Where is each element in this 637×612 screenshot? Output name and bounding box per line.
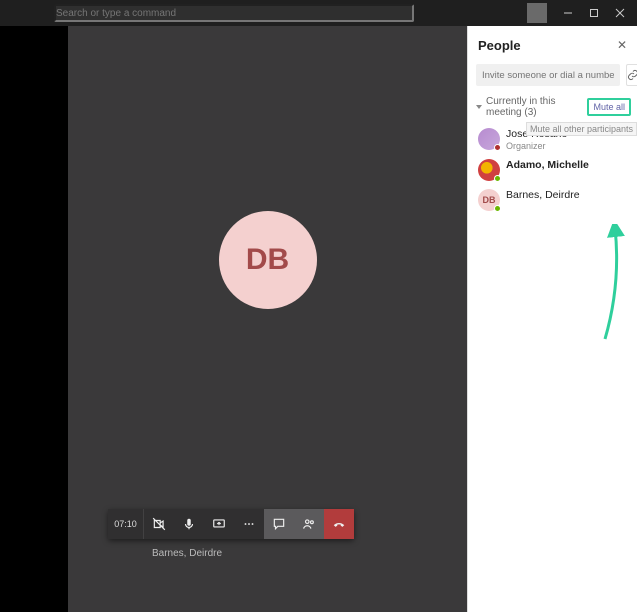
invite-input[interactable] bbox=[476, 64, 620, 86]
current-user-avatar[interactable] bbox=[527, 3, 547, 23]
chat-icon bbox=[272, 517, 286, 531]
presence-indicator-icon bbox=[494, 175, 501, 182]
participants-section-header[interactable]: Currently in this meeting (3) Mute all bbox=[468, 90, 637, 124]
left-app-rail bbox=[0, 26, 68, 612]
participant-row[interactable]: Adamo, Michelle bbox=[468, 155, 637, 185]
copy-join-link-button[interactable] bbox=[626, 64, 637, 86]
presence-indicator-icon bbox=[494, 205, 501, 212]
speaker-caption-name: Barnes, Deirdre bbox=[152, 548, 222, 559]
more-actions-button[interactable] bbox=[234, 509, 264, 539]
hang-up-button[interactable] bbox=[324, 509, 354, 539]
participant-avatar bbox=[478, 159, 500, 181]
speaker-avatar: DB bbox=[219, 211, 317, 309]
people-panel-title: People bbox=[478, 38, 521, 53]
app-shell: DB 07:10 bbox=[0, 0, 637, 612]
participant-name: Jose Rosario bbox=[506, 128, 567, 141]
camera-toggle-button[interactable] bbox=[144, 509, 174, 539]
share-screen-icon bbox=[212, 517, 226, 531]
window-minimize-button[interactable] bbox=[555, 0, 581, 26]
meeting-timer: 07:10 bbox=[108, 509, 144, 539]
main-area: DB 07:10 bbox=[0, 26, 637, 612]
participant-avatar bbox=[478, 128, 500, 150]
hang-up-icon bbox=[332, 517, 346, 531]
participant-name: Barnes, Deirdre bbox=[506, 189, 580, 202]
chevron-down-icon bbox=[476, 105, 482, 109]
people-button[interactable] bbox=[294, 509, 324, 539]
link-icon bbox=[627, 69, 637, 81]
meeting-control-bar: 07:10 bbox=[108, 509, 354, 539]
camera-off-icon bbox=[152, 517, 166, 531]
microphone-toggle-button[interactable] bbox=[174, 509, 204, 539]
window-close-button[interactable] bbox=[607, 0, 633, 26]
people-panel-close-button[interactable]: ✕ bbox=[617, 38, 627, 52]
share-screen-button[interactable] bbox=[204, 509, 234, 539]
participant-row[interactable]: Jose RosarioOrganizer bbox=[468, 124, 637, 155]
participant-row[interactable]: DB Barnes, Deirdre bbox=[468, 185, 637, 215]
title-bar bbox=[0, 0, 637, 26]
section-label: Currently in this meeting bbox=[486, 96, 555, 118]
people-icon bbox=[302, 517, 316, 531]
presence-indicator-icon bbox=[494, 144, 501, 151]
section-count: (3) bbox=[524, 107, 536, 118]
participant-avatar: DB bbox=[478, 189, 500, 211]
people-panel: People ✕ Currently in this meeting (3) M… bbox=[467, 26, 637, 612]
annotation-arrow-icon bbox=[595, 224, 625, 344]
command-search-input[interactable] bbox=[54, 4, 414, 22]
meeting-stage: DB 07:10 bbox=[68, 26, 467, 612]
participants-list: Mute all other participants Jose Rosario… bbox=[468, 124, 637, 215]
microphone-icon bbox=[182, 517, 196, 531]
window-maximize-button[interactable] bbox=[581, 0, 607, 26]
ellipsis-icon bbox=[242, 517, 256, 531]
chat-button[interactable] bbox=[264, 509, 294, 539]
participant-role: Organizer bbox=[506, 141, 567, 151]
participant-name: Adamo, Michelle bbox=[506, 159, 589, 172]
mute-all-button[interactable]: Mute all bbox=[587, 98, 631, 116]
